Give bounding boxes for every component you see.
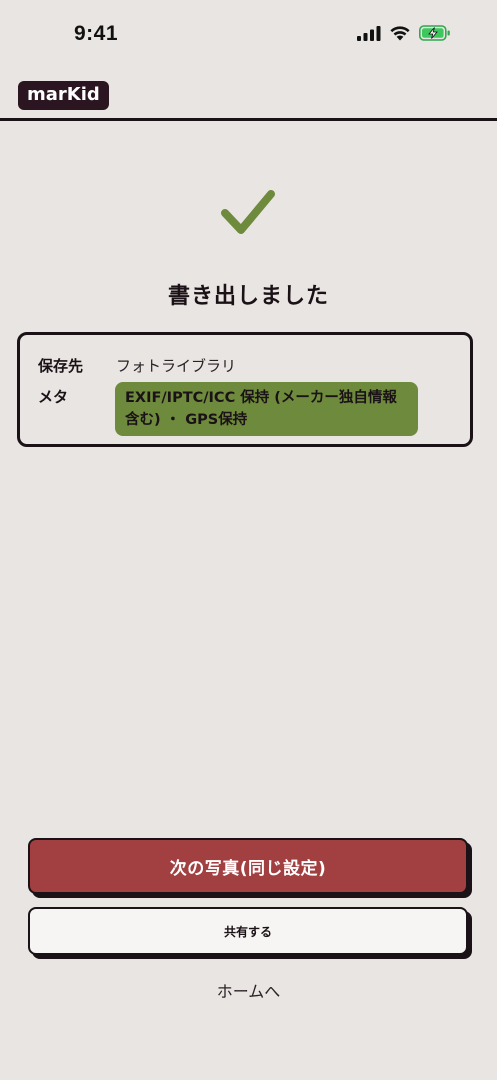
home-link[interactable]: ホームへ: [0, 978, 497, 1002]
cellular-signal-icon: [357, 26, 381, 41]
save-location-label: 保存先: [38, 357, 84, 375]
checkmark-icon: [221, 190, 275, 234]
metadata-label: メタ: [38, 388, 69, 406]
battery-charging-icon: [419, 25, 450, 41]
next-photo-button[interactable]: 次の写真(同じ設定): [28, 838, 468, 894]
share-button[interactable]: 共有する: [28, 907, 468, 955]
export-info-card: 保存先 フォトライブラリ メタ EXIF/IPTC/ICC 保持 (メーカー独自…: [17, 332, 473, 447]
status-time: 9:41: [74, 22, 119, 45]
app-header: marKid: [0, 70, 497, 121]
page-title: 書き出しました: [167, 284, 329, 309]
status-bar: 9:41: [0, 0, 497, 70]
app-logo[interactable]: marKid: [18, 81, 109, 110]
save-location-value: フォトライブラリ: [116, 357, 237, 375]
metadata-badge: EXIF/IPTC/ICC 保持 (メーカー独自情報含む) ・ GPS保持: [115, 382, 418, 436]
status-icons: [357, 25, 451, 41]
wifi-icon: [390, 26, 410, 41]
